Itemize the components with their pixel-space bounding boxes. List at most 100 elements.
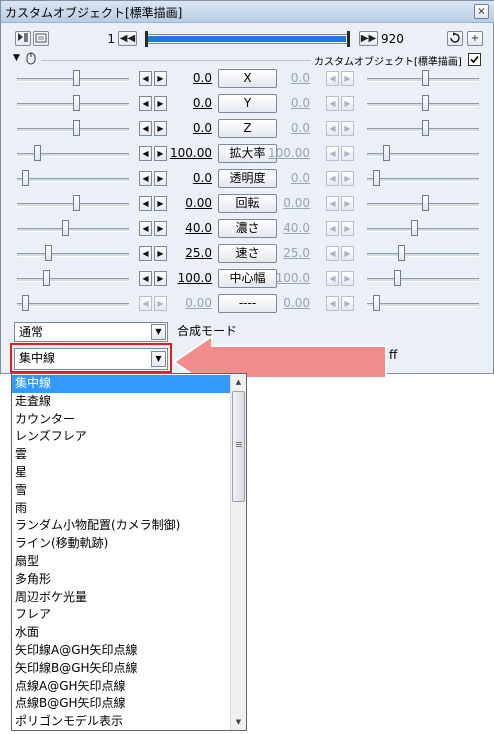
dropdown-option[interactable]: 雪 (12, 482, 230, 500)
camera-icon[interactable] (33, 31, 49, 46)
scroll-up-icon[interactable]: ▲ (231, 374, 246, 390)
param-slider-left-thumb[interactable] (73, 95, 80, 111)
dropdown-option[interactable]: 集中線 (12, 375, 230, 393)
param-end-increment-button[interactable]: ▶ (341, 171, 354, 186)
param-end-decrement-button[interactable]: ◀ (326, 121, 339, 136)
dropdown-option[interactable]: フレア (12, 606, 230, 624)
param-slider-left-thumb[interactable] (62, 220, 69, 236)
param-slider-right-thumb[interactable] (422, 70, 429, 86)
dropdown-option[interactable]: 矢印線A@GH矢印点線 (12, 642, 230, 660)
add-filter-button[interactable]: + (467, 31, 483, 46)
param-slider-left-thumb[interactable] (73, 70, 80, 86)
param-start-value[interactable]: 0.0 (168, 171, 212, 185)
param-start-value[interactable]: 0.00 (168, 196, 212, 210)
param-slider-right-thumb[interactable] (383, 145, 390, 161)
param-end-increment-button[interactable]: ▶ (341, 146, 354, 161)
param-end-value[interactable]: 40.0 (266, 221, 310, 235)
param-slider-right-track[interactable] (367, 178, 479, 182)
param-end-decrement-button[interactable]: ◀ (326, 296, 339, 311)
param-end-increment-button[interactable]: ▶ (341, 246, 354, 261)
param-slider-left-track[interactable] (17, 178, 129, 182)
param-slider-right-track[interactable] (367, 228, 479, 232)
dropdown-option[interactable]: カウンター (12, 411, 230, 429)
param-end-increment-button[interactable]: ▶ (341, 221, 354, 236)
param-increment-button[interactable]: ▶ (154, 246, 167, 261)
keyframe-icon[interactable] (15, 31, 31, 46)
param-start-value[interactable]: 100.00 (168, 146, 212, 160)
param-slider-left-track[interactable] (17, 228, 129, 232)
dropdown-option[interactable]: 多角形 (12, 571, 230, 589)
param-start-value[interactable]: 0.0 (168, 71, 212, 85)
param-decrement-button[interactable]: ◀ (139, 246, 152, 261)
next-frame-button[interactable]: ▶▶ (359, 31, 378, 46)
dropdown-option[interactable]: ライン(移動軌跡) (12, 535, 230, 553)
param-end-increment-button[interactable]: ▶ (341, 271, 354, 286)
param-end-decrement-button[interactable]: ◀ (326, 271, 339, 286)
param-end-decrement-button[interactable]: ◀ (326, 221, 339, 236)
param-start-value[interactable]: 40.0 (168, 221, 212, 235)
param-increment-button[interactable]: ▶ (154, 296, 167, 311)
param-end-value[interactable]: 100.0 (266, 271, 310, 285)
param-slider-right-thumb[interactable] (398, 245, 405, 261)
param-end-decrement-button[interactable]: ◀ (326, 171, 339, 186)
param-slider-left-thumb[interactable] (34, 145, 41, 161)
param-slider-left-track[interactable] (17, 278, 129, 282)
param-increment-button[interactable]: ▶ (154, 96, 167, 111)
prev-frame-button[interactable]: ◀◀ (118, 31, 137, 46)
param-slider-right-thumb[interactable] (373, 295, 380, 311)
param-slider-left-thumb[interactable] (45, 245, 52, 261)
sync-icon[interactable] (447, 31, 463, 46)
param-end-increment-button[interactable]: ▶ (341, 71, 354, 86)
param-end-value[interactable]: 0.0 (266, 121, 310, 135)
object-enabled-checkbox[interactable] (468, 53, 481, 66)
param-increment-button[interactable]: ▶ (154, 196, 167, 211)
param-increment-button[interactable]: ▶ (154, 146, 167, 161)
param-slider-left-thumb[interactable] (22, 170, 29, 186)
param-start-value[interactable]: 0.0 (168, 96, 212, 110)
param-increment-button[interactable]: ▶ (154, 271, 167, 286)
param-slider-left-thumb[interactable] (73, 120, 80, 136)
param-end-decrement-button[interactable]: ◀ (326, 246, 339, 261)
param-increment-button[interactable]: ▶ (154, 121, 167, 136)
param-start-value[interactable]: 25.0 (168, 246, 212, 260)
param-end-decrement-button[interactable]: ◀ (326, 71, 339, 86)
param-start-value[interactable]: 0.0 (168, 121, 212, 135)
param-slider-right-track[interactable] (367, 278, 479, 282)
frame-start-marker[interactable] (145, 31, 148, 47)
param-end-value[interactable]: 25.0 (266, 246, 310, 260)
dropdown-option[interactable]: 雨 (12, 500, 230, 518)
dropdown-option[interactable]: 点線B@GH矢印点線 (12, 695, 230, 713)
param-decrement-button[interactable]: ◀ (139, 146, 152, 161)
param-slider-right-thumb[interactable] (422, 195, 429, 211)
frame-end-marker[interactable] (347, 31, 350, 47)
dropdown-option[interactable]: 点線A@GH矢印点線 (12, 678, 230, 696)
param-slider-left-thumb[interactable] (43, 270, 50, 286)
param-decrement-button[interactable]: ◀ (139, 71, 152, 86)
collapse-toggle-icon[interactable]: ▼ (13, 53, 20, 63)
param-increment-button[interactable]: ▶ (154, 221, 167, 236)
scroll-down-icon[interactable]: ▼ (231, 714, 246, 730)
param-slider-right-thumb[interactable] (422, 95, 429, 111)
param-end-value[interactable]: 0.0 (266, 96, 310, 110)
param-slider-left-thumb[interactable] (22, 295, 29, 311)
dropdown-option[interactable]: 矢印線B@GH矢印点線 (12, 660, 230, 678)
param-end-decrement-button[interactable]: ◀ (326, 196, 339, 211)
param-decrement-button[interactable]: ◀ (139, 196, 152, 211)
param-decrement-button[interactable]: ◀ (139, 96, 152, 111)
param-slider-right-thumb[interactable] (373, 170, 380, 186)
param-decrement-button[interactable]: ◀ (139, 221, 152, 236)
blend-mode-combo[interactable]: 通常 (14, 322, 168, 342)
param-decrement-button[interactable]: ◀ (139, 271, 152, 286)
param-start-value[interactable]: 0.00 (168, 296, 212, 310)
param-end-value[interactable]: 0.00 (266, 296, 310, 310)
param-end-value[interactable]: 100.00 (266, 146, 310, 160)
blend-mode-dropdown-icon[interactable]: ▼ (151, 324, 166, 340)
param-end-increment-button[interactable]: ▶ (341, 196, 354, 211)
param-decrement-button[interactable]: ◀ (139, 296, 152, 311)
dropdown-scrollbar[interactable]: ▲ ▼ (230, 374, 246, 730)
param-end-increment-button[interactable]: ▶ (341, 296, 354, 311)
dropdown-option[interactable]: 走査線 (12, 393, 230, 411)
dropdown-option[interactable]: 水面 (12, 624, 230, 642)
param-slider-right-thumb[interactable] (411, 220, 418, 236)
param-end-decrement-button[interactable]: ◀ (326, 96, 339, 111)
